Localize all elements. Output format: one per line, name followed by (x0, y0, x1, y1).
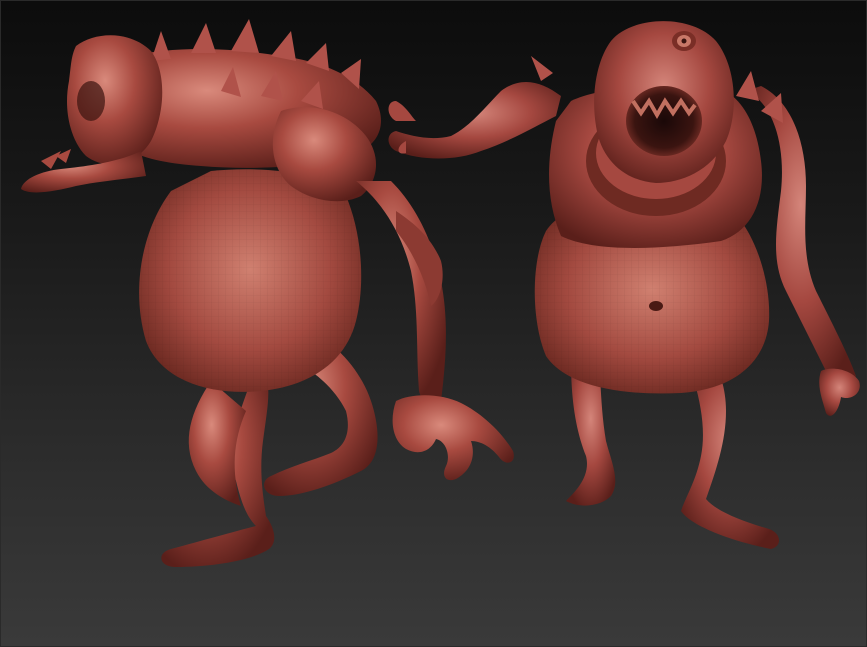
viewport-canvas[interactable] (1, 1, 867, 647)
hunched-monster-model[interactable] (21, 19, 514, 567)
sculpt-viewport[interactable] (0, 0, 867, 647)
